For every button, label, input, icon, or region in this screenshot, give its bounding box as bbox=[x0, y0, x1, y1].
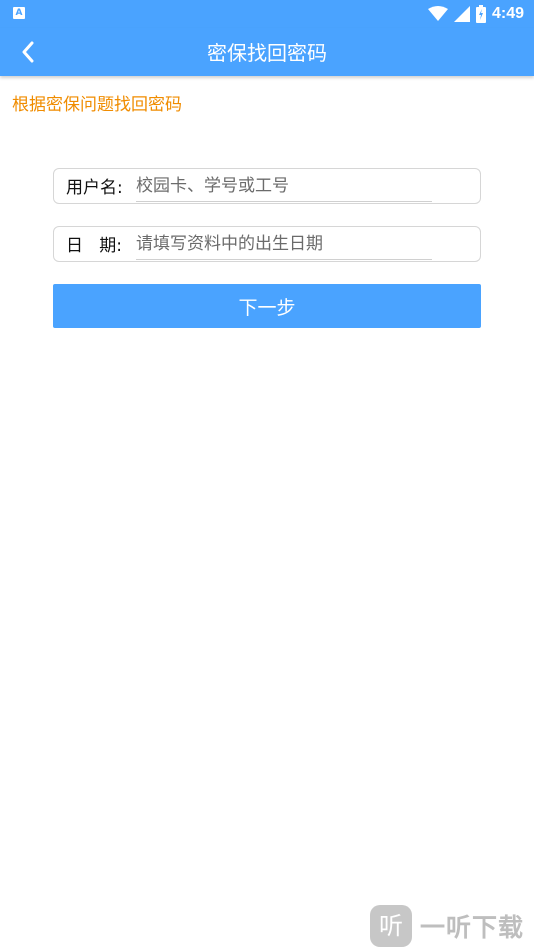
signal-icon bbox=[453, 6, 470, 22]
username-label: 用户名: bbox=[66, 178, 123, 198]
status-time: 4:49 bbox=[491, 5, 524, 22]
status-indicators: 4:49 bbox=[427, 3, 524, 25]
next-step-button[interactable]: 下一步 bbox=[53, 284, 481, 328]
watermark: 听 一听下载 bbox=[370, 902, 534, 950]
username-input[interactable] bbox=[136, 171, 432, 202]
app-bar: 密保找回密码 bbox=[0, 28, 534, 76]
page-title: 密保找回密码 bbox=[207, 41, 327, 65]
watermark-logo-icon: 听 bbox=[370, 905, 412, 947]
username-field: 用户名: bbox=[53, 168, 481, 204]
notification-app-icon: A bbox=[13, 7, 25, 19]
wifi-icon bbox=[427, 6, 448, 21]
status-bar: A 4:49 bbox=[0, 0, 534, 28]
watermark-text: 一听下载 bbox=[420, 913, 525, 942]
date-label: 日 期: bbox=[66, 236, 122, 256]
battery-icon bbox=[475, 5, 486, 23]
date-field: 日 期: bbox=[53, 226, 481, 262]
hint-text: 根据密保问题找回密码 bbox=[12, 95, 182, 115]
date-input[interactable] bbox=[136, 229, 432, 260]
